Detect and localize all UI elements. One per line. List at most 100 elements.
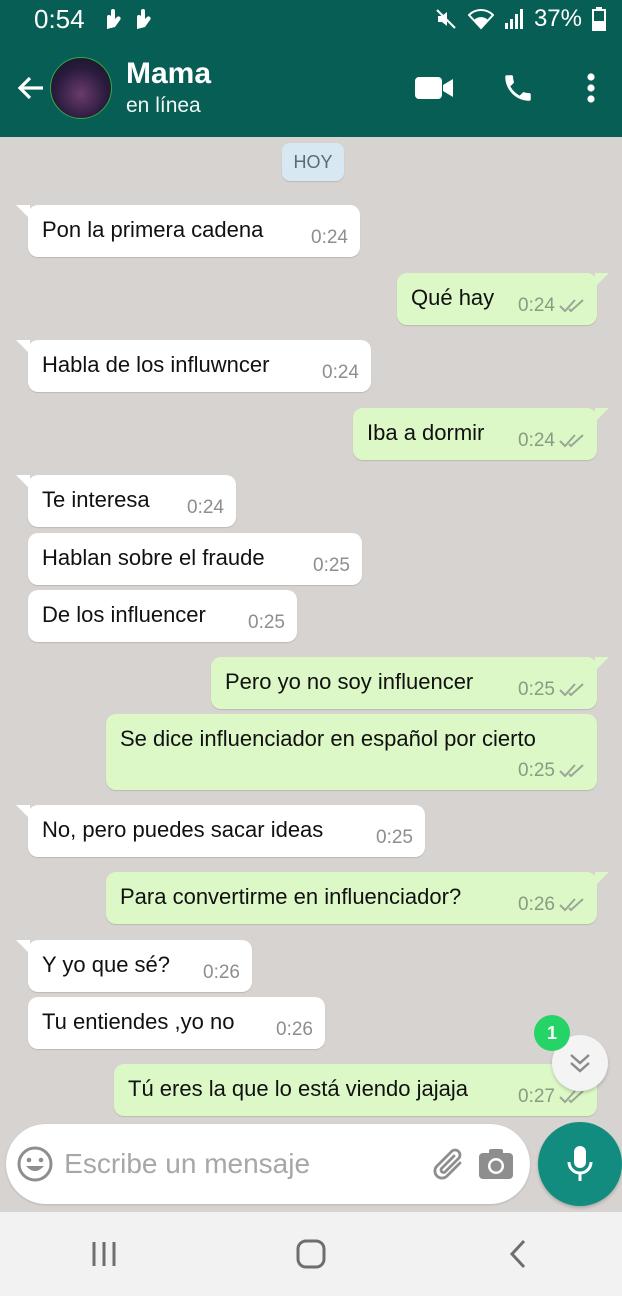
message-outgoing[interactable]: Iba a dormir 0:24 bbox=[353, 408, 609, 460]
contact-status: en línea bbox=[126, 93, 201, 117]
message-meta: 0:25 bbox=[518, 679, 585, 701]
message-meta: 0:25 bbox=[248, 612, 285, 634]
voice-call-button[interactable] bbox=[476, 53, 560, 123]
message-composer bbox=[6, 1124, 530, 1204]
system-nav-bar bbox=[0, 1212, 622, 1296]
nav-back-icon bbox=[510, 1239, 526, 1269]
message-text: Habla de los influwncer bbox=[42, 352, 270, 377]
emoji-icon bbox=[17, 1146, 53, 1182]
message-input[interactable] bbox=[64, 1134, 426, 1194]
message-incoming[interactable]: Y yo que sé? 0:26 bbox=[16, 940, 252, 992]
more-options-button[interactable] bbox=[560, 53, 622, 123]
battery-percent: 37% bbox=[533, 5, 582, 32]
day-badge: HOY bbox=[282, 143, 344, 181]
hand-notification-icon bbox=[136, 9, 151, 29]
message-meta: 0:24 bbox=[322, 362, 359, 384]
message-text: Iba a dormir bbox=[367, 420, 485, 445]
message-time: 0:24 bbox=[518, 295, 555, 316]
message-meta: 0:24 bbox=[311, 227, 348, 249]
home-button[interactable] bbox=[266, 1219, 356, 1289]
video-call-button[interactable] bbox=[392, 53, 476, 123]
message-time: 0:25 bbox=[376, 827, 413, 848]
wifi-icon bbox=[467, 9, 494, 30]
message-text: Hablan sobre el fraude bbox=[42, 545, 265, 570]
message-text: Se dice influenciador en español por cie… bbox=[120, 726, 536, 751]
message-time: 0:25 bbox=[518, 679, 555, 700]
message-time: 0:26 bbox=[518, 894, 555, 915]
message-text: No, pero puedes sacar ideas bbox=[42, 817, 324, 842]
message-time: 0:25 bbox=[313, 555, 350, 576]
recents-button[interactable] bbox=[59, 1219, 149, 1289]
status-right: 37% bbox=[434, 5, 606, 33]
message-text: De los influencer bbox=[42, 602, 206, 627]
message-incoming[interactable]: Pon la primera cadena 0:24 bbox=[16, 205, 360, 257]
message-text: Para convertirme en influenciador? bbox=[120, 884, 462, 909]
message-text: Tú eres la que lo está viendo jajaja bbox=[128, 1076, 468, 1101]
message-meta: 0:24 bbox=[518, 295, 585, 317]
camera-button[interactable] bbox=[473, 1124, 520, 1204]
message-meta: 0:25 bbox=[518, 760, 585, 782]
message-outgoing[interactable]: Qué hay 0:24 bbox=[397, 273, 609, 325]
read-receipt-icon bbox=[559, 434, 584, 448]
message-meta: 0:26 bbox=[518, 894, 585, 916]
message-incoming[interactable]: Habla de los influwncer 0:24 bbox=[16, 340, 371, 392]
message-time: 0:24 bbox=[187, 497, 224, 518]
more-options-icon bbox=[587, 72, 595, 103]
back-button[interactable] bbox=[6, 58, 56, 118]
message-meta: 0:25 bbox=[376, 827, 413, 849]
attach-button[interactable] bbox=[425, 1124, 472, 1204]
message-meta: 0:26 bbox=[203, 962, 240, 984]
video-call-icon bbox=[415, 76, 453, 99]
message-outgoing[interactable]: Tú eres la que lo está viendo jajaja 0:2… bbox=[114, 1064, 609, 1116]
message-text: Y yo que sé? bbox=[42, 952, 171, 977]
message-time: 0:25 bbox=[248, 612, 285, 633]
message-incoming[interactable]: De los influencer 0:25 bbox=[28, 590, 297, 642]
contact-info[interactable]: Mama en línea bbox=[126, 56, 211, 120]
mute-icon bbox=[436, 9, 456, 29]
message-time: 0:26 bbox=[203, 962, 240, 983]
message-outgoing[interactable]: Para convertirme en influenciador? 0:26 bbox=[106, 872, 609, 924]
header-actions bbox=[392, 53, 622, 123]
hand-notification-icon bbox=[106, 9, 121, 29]
home-icon bbox=[296, 1239, 326, 1269]
message-outgoing[interactable]: Pero yo no soy influencer 0:25 bbox=[211, 657, 609, 709]
status-bar: 0:54 37% bbox=[0, 0, 622, 38]
avatar[interactable] bbox=[50, 56, 112, 119]
phone-icon bbox=[505, 74, 531, 101]
read-receipt-icon bbox=[559, 683, 584, 697]
message-text: Te interesa bbox=[42, 487, 150, 512]
message-time: 0:27 bbox=[518, 1086, 555, 1107]
camera-icon bbox=[479, 1149, 514, 1179]
voice-record-button[interactable] bbox=[538, 1122, 622, 1206]
notification-icons bbox=[101, 7, 151, 31]
message-time: 0:25 bbox=[518, 760, 555, 781]
nav-back-button[interactable] bbox=[473, 1219, 563, 1289]
attach-icon bbox=[433, 1148, 462, 1180]
message-outgoing[interactable]: Se dice influenciador en español por cie… bbox=[106, 714, 597, 790]
emoji-button[interactable] bbox=[6, 1124, 64, 1204]
battery-icon bbox=[592, 7, 606, 31]
message-incoming[interactable]: Hablan sobre el fraude 0:25 bbox=[28, 533, 362, 585]
message-meta: 0:24 bbox=[518, 430, 585, 452]
unread-badge: 1 bbox=[534, 1015, 570, 1051]
message-time: 0:24 bbox=[322, 362, 359, 383]
recents-icon bbox=[92, 1242, 116, 1266]
message-time: 0:26 bbox=[276, 1019, 313, 1040]
message-text: Qué hay bbox=[411, 285, 495, 310]
contact-name: Mama bbox=[126, 56, 212, 90]
message-incoming[interactable]: Tu entiendes ,yo no 0:26 bbox=[28, 997, 325, 1049]
message-incoming[interactable]: No, pero puedes sacar ideas 0:25 bbox=[16, 805, 425, 857]
mic-icon bbox=[567, 1146, 593, 1181]
read-receipt-icon bbox=[559, 299, 584, 313]
message-text: Pero yo no soy influencer bbox=[225, 669, 474, 694]
message-text: Tu entiendes ,yo no bbox=[42, 1009, 235, 1034]
message-incoming[interactable]: Te interesa 0:24 bbox=[16, 475, 236, 527]
scroll-down-icon bbox=[570, 1054, 590, 1073]
signal-icon bbox=[504, 9, 523, 29]
read-receipt-icon bbox=[559, 898, 584, 912]
chat-header: Mama en línea bbox=[0, 38, 622, 137]
message-text: Pon la primera cadena bbox=[42, 217, 264, 242]
message-meta: 0:25 bbox=[313, 555, 350, 577]
read-receipt-icon bbox=[559, 1090, 584, 1104]
chat-area[interactable]: HOY Pon la primera cadena 0:24 Qué hay 0… bbox=[0, 137, 622, 1125]
